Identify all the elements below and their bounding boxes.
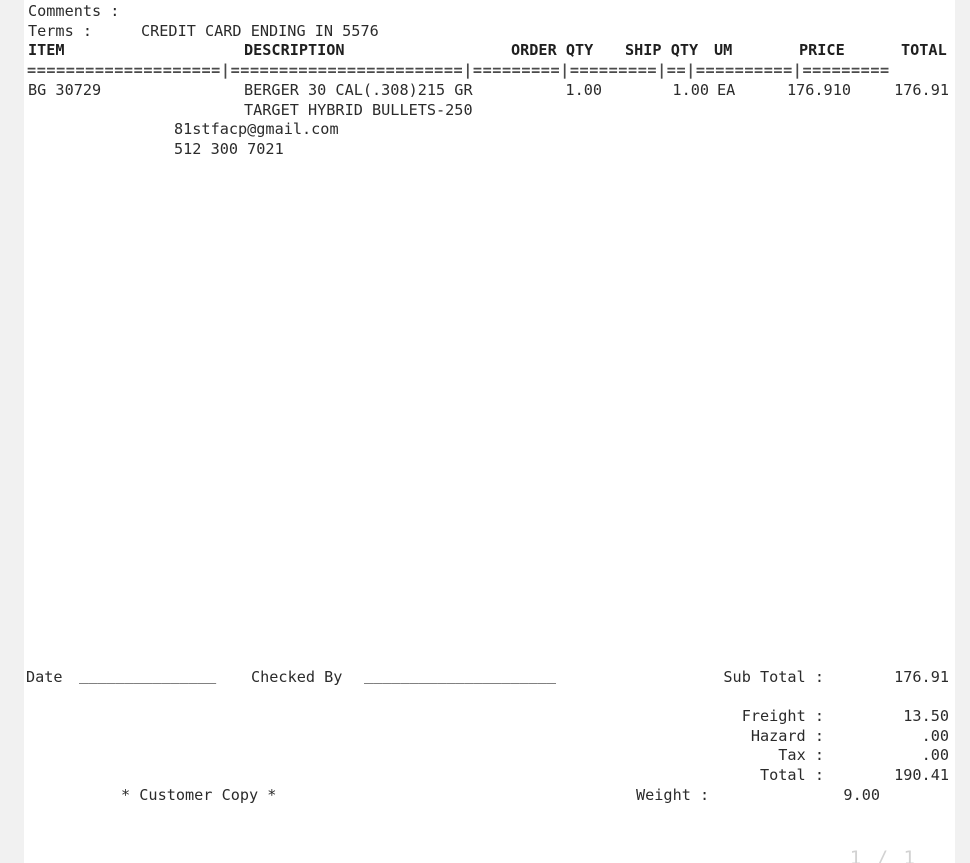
left-gutter	[0, 0, 24, 863]
checked-by-label: Checked By	[251, 668, 343, 686]
line-item-description-1: BERGER 30 CAL(.308)215 GR	[244, 80, 473, 99]
line-item-total: 176.91	[894, 80, 949, 99]
document-viewer[interactable]: Comments : Terms : CREDIT CARD ENDING IN…	[0, 0, 970, 863]
line-item-um: EA	[717, 80, 736, 99]
terms-value: CREDIT CARD ENDING IN 5576	[141, 21, 379, 40]
subtotal-label: Sub Total :	[723, 668, 824, 686]
column-header-order-qty: ORDER QTY	[511, 41, 594, 60]
weight-label: Weight :	[636, 785, 710, 804]
hazard-value: .00	[921, 726, 949, 745]
line-item-price: 176.910	[786, 80, 851, 99]
document-page: Comments : Terms : CREDIT CARD ENDING IN…	[24, 0, 955, 863]
comments-label: Comments :	[28, 2, 120, 20]
column-header-total: TOTAL	[901, 41, 947, 60]
total-value: 190.41	[894, 766, 949, 785]
freight-value: 13.50	[903, 707, 949, 725]
copy-notice: * Customer Copy *	[121, 785, 277, 804]
column-header-description: DESCRIPTION	[244, 41, 345, 60]
date-rule[interactable]: _______________	[79, 666, 216, 686]
line-item-order-qty: 1.00	[565, 80, 602, 99]
line-item-ship-qty: 1.00	[672, 80, 709, 99]
right-gutter	[955, 0, 970, 863]
contact-email[interactable]: 81stfacp@gmail.com	[174, 120, 339, 140]
checked-by-rule[interactable]: _____________________	[364, 666, 556, 686]
total-label: Total :	[759, 766, 824, 785]
tax-label: Tax :	[778, 746, 824, 765]
table-separator: ====================|===================…	[27, 61, 890, 80]
page-indicator: 1 / 1	[849, 847, 917, 863]
contact-phone[interactable]: 512 300 7021	[174, 140, 284, 160]
weight-value: 9.00	[843, 785, 880, 804]
hazard-label: Hazard :	[750, 726, 824, 745]
column-header-ship-qty: SHIP QTY	[625, 41, 699, 60]
column-header-item: ITEM	[28, 41, 65, 60]
terms-label: Terms :	[28, 21, 93, 40]
freight-label: Freight :	[741, 707, 824, 725]
tax-value: .00	[921, 746, 949, 765]
column-header-price: PRICE	[799, 41, 845, 60]
date-label: Date	[26, 668, 63, 686]
line-item-description-2: TARGET HYBRID BULLETS-250	[244, 100, 473, 119]
column-header-um: UM	[714, 41, 733, 60]
subtotal-value: 176.91	[894, 668, 949, 686]
line-item-code: BG 30729	[28, 80, 102, 99]
